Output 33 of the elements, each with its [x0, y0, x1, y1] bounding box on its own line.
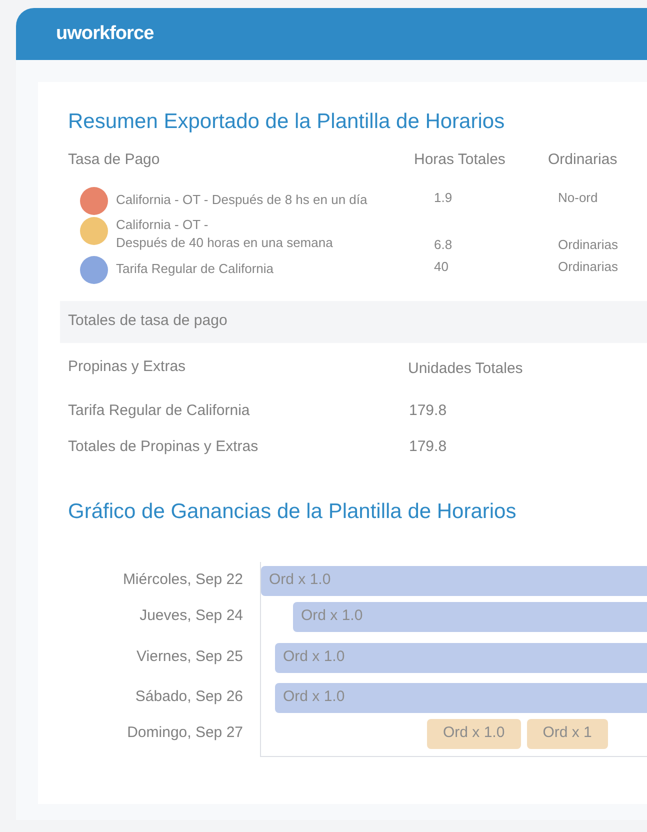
table-cell-text: 40: [434, 258, 450, 276]
table-cell-text: 179.8: [409, 437, 447, 458]
day-label: Sábado, Sep 26: [135, 687, 243, 708]
earnings-bar: Ord x 1.0: [261, 566, 647, 596]
table-cell-text: Tarifa Regular de California: [68, 401, 251, 422]
rate-name: California - OT - Después de 40 horas en una semana: [116, 216, 334, 252]
column-header: Tasa de Pago: [68, 150, 161, 170]
column-header: Propinas y Extras: [68, 357, 187, 378]
rate-name: California - OT - Después de 8 hs en un día: [116, 191, 368, 209]
earnings-bar: Ord x 1.0: [275, 682, 647, 712]
column-header: Horas Totales: [414, 150, 506, 170]
table-cell-text: 179.8: [409, 401, 447, 422]
rate-name: Tarifa Regular de California: [116, 260, 275, 278]
day-label: Jueves, Sep 24: [140, 606, 243, 626]
column-header: Unidades Totales: [408, 359, 523, 380]
earnings-bar: Ord x 1.0: [427, 718, 521, 748]
day-label: Miércoles, Sep 22: [122, 570, 243, 590]
earnings-bar: Ord x 1: [526, 718, 608, 748]
day-label: Domingo, Sep 27: [127, 723, 243, 744]
section-title: Gráfico de Ganancias de la Plantilla de Horarios: [68, 498, 518, 524]
table-cell-text: Totales de Propinas y Extras: [68, 437, 260, 458]
totals-label: Totales de tasa de pago: [68, 311, 228, 332]
table-cell-text: No-ord: [558, 189, 598, 207]
table-cell-text: 6.8: [434, 236, 454, 254]
earnings-bar: Ord x 1.0: [275, 642, 647, 672]
column-header: Ordinarias: [548, 150, 618, 170]
table-cell-text: Ordinarias: [558, 258, 618, 276]
earnings-bar: Ord x 1.0: [293, 602, 647, 632]
day-label: Viernes, Sep 25: [136, 647, 243, 668]
table-cell-text: 1.9: [434, 189, 454, 207]
table-cell-text: Ordinarias: [558, 236, 618, 254]
logo: uworkforce: [56, 22, 154, 46]
section-title: Resumen Exportado de la Plantilla de Horarios: [68, 109, 506, 135]
